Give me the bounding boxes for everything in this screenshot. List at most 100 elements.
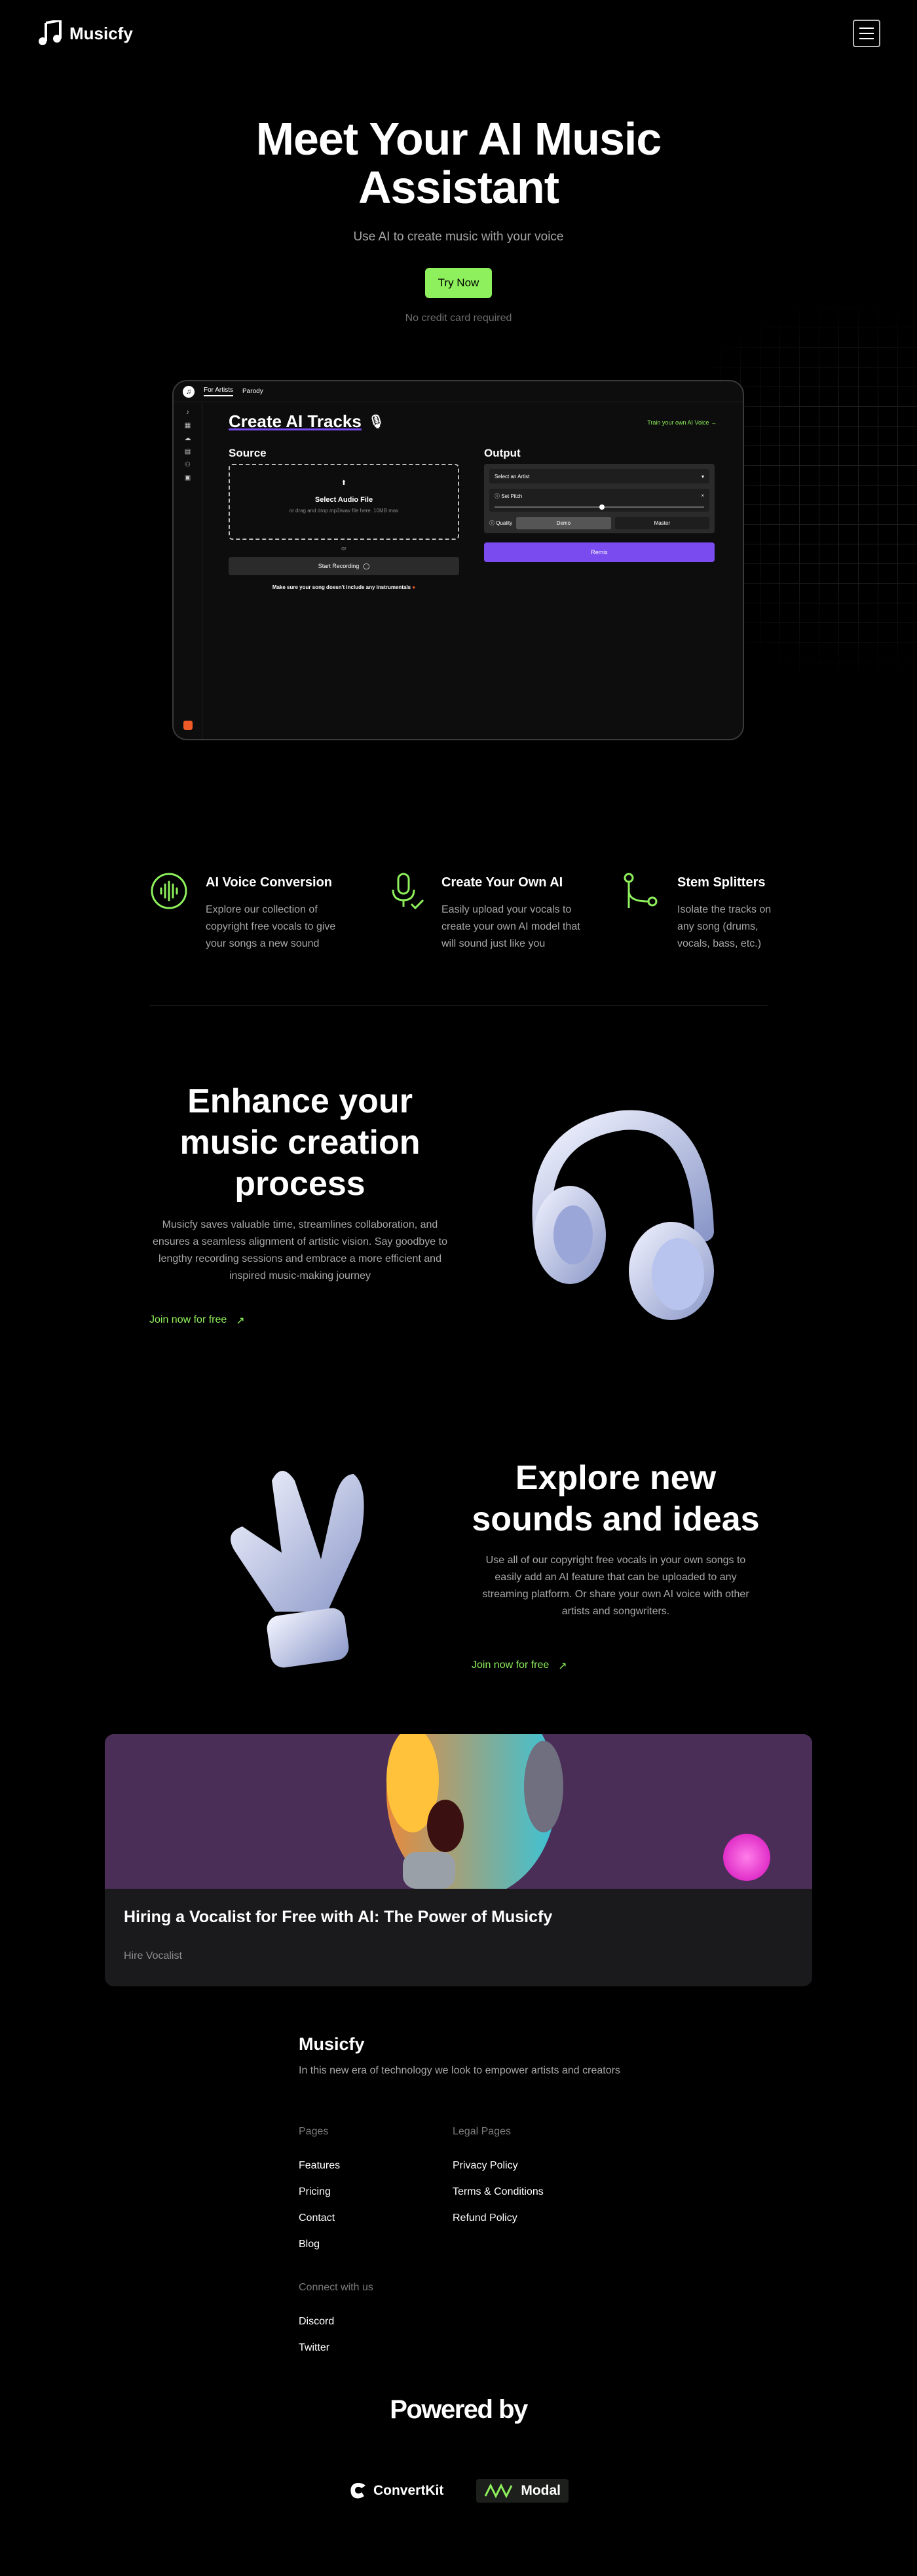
warning-text: Make sure your song doesn't include any … [272, 584, 411, 590]
info-icon: ⓘ [489, 520, 495, 526]
footer-brand: Musicfy [299, 2034, 365, 2054]
app-main: Create AI Tracks 🎙 Train your own AI Voic… [202, 402, 743, 739]
brand-name: Musicfy [69, 23, 133, 43]
blog-card[interactable]: Hiring a Vocalist for Free with AI: The … [105, 1734, 812, 1986]
convertkit-label: ConvertKit [373, 2483, 444, 2498]
hero-subtitle: Use AI to create music with your voice [353, 230, 564, 244]
sound-wave-icon [151, 873, 187, 909]
branch-split-icon [624, 873, 658, 908]
explore-text: Use all of our copyright free vocals in … [482, 1555, 749, 1617]
footer-link-privacy[interactable]: Privacy Policy [453, 2160, 544, 2172]
footer-link-features[interactable]: Features [299, 2160, 340, 2172]
headphones-illustration [532, 1110, 714, 1320]
modal-logo[interactable]: Modal [476, 2479, 569, 2503]
artist-select-label: Select an Artist [495, 473, 530, 480]
features-section: AI Voice Conversion Explore our collecti… [149, 871, 771, 1006]
arrow-up-right-icon: ↗ [558, 1661, 567, 1672]
footer-pages: Pages Features Pricing Contact Blog [299, 2126, 340, 2265]
brand-logo[interactable]: Musicfy [38, 20, 133, 47]
feature-text: Isolate the tracks on any song (drums, v… [677, 904, 772, 949]
select-audio-hint: or drag and drop mp3/wav file here. 10MB… [289, 508, 399, 514]
footer-link-discord[interactable]: Discord [299, 2316, 373, 2328]
join-now-label: Join now for free [472, 1659, 550, 1671]
music-folder-icon[interactable]: ▤ [183, 448, 193, 455]
footer: Musicfy In this new era of technology we… [299, 2034, 639, 2353]
join-now-label: Join now for free [149, 1314, 227, 1325]
train-voice-label: Train your own AI Voice [647, 419, 709, 426]
instrumental-warning: Make sure your song doesn't include any … [229, 584, 459, 590]
blog-card-tag: Hire Vocalist [124, 1950, 182, 1961]
footer-link-blog[interactable]: Blog [299, 2239, 340, 2250]
quality-label: Quality [496, 520, 513, 526]
quality-demo[interactable]: Demo [516, 517, 611, 529]
footer-link-twitter[interactable]: Twitter [299, 2342, 373, 2354]
upload-icon: ⬆ [341, 480, 347, 487]
microphone-check-icon [392, 873, 424, 910]
cloud-icon[interactable]: ☁ [183, 435, 193, 442]
audio-dropzone[interactable]: ⬆ Select Audio File or drag and drop mp3… [229, 464, 459, 540]
artist-select[interactable]: Select an Artist ▾ [489, 469, 709, 483]
feature-title: Stem Splitters [677, 875, 766, 890]
tab-parody[interactable]: Parody [242, 388, 263, 395]
app-title: Create AI Tracks 🎙 [229, 411, 717, 432]
footer-link-pricing[interactable]: Pricing [299, 2186, 340, 2198]
arrow-up-right-icon: ↗ [236, 1316, 245, 1327]
quality-control: ⓘ Quality Demo Master [489, 517, 710, 529]
output-column: Output Select an Artist ▾ ⓘ Set Pitch × ⓘ … [484, 447, 715, 562]
pitch-label: Set Pitch [501, 493, 523, 499]
join-now-link[interactable]: Join now for free ↗ [472, 1659, 567, 1673]
hero-section: Meet Your AI Music Assistant Use AI to cr… [0, 115, 917, 324]
footer-link-terms[interactable]: Terms & Conditions [453, 2186, 544, 2198]
modal-label: Modal [521, 2483, 561, 2498]
note-icon[interactable]: ♪ [183, 409, 193, 416]
hero-title-line2: Assistant [358, 162, 559, 213]
music-note-icon [39, 20, 62, 45]
hamburger-menu-icon[interactable] [853, 20, 880, 47]
footer-connect: Connect with us Discord Twitter [299, 2282, 373, 2368]
pitch-control: ⓘ Set Pitch × [489, 489, 709, 512]
quality-master[interactable]: Master [614, 517, 710, 529]
top-nav: Musicfy [38, 18, 880, 48]
join-now-link[interactable]: Join now for free ↗ [149, 1314, 245, 1327]
select-audio-label: Select Audio File [314, 496, 373, 504]
remix-button[interactable]: Remix [484, 542, 715, 562]
footer-description: In this new era of technology we look to… [299, 2065, 620, 2076]
feature-title: Create Your Own AI [441, 875, 563, 890]
close-icon[interactable]: × [701, 493, 704, 500]
info-icon: ⓘ [495, 493, 500, 499]
warning-icon: ● [412, 584, 416, 590]
users-icon[interactable]: ⚇ [183, 461, 193, 468]
try-now-button[interactable]: Try Now [424, 268, 493, 298]
train-voice-link[interactable]: Train your own AI Voice → [647, 419, 717, 426]
source-column: Source ⬆ Select Audio File or drag and d… [229, 447, 459, 590]
page: Musicfy Meet Your AI Music Assistant Use … [0, 0, 917, 2576]
chat-icon[interactable]: ▣ [183, 474, 193, 482]
legal-heading: Legal Pages [453, 2126, 511, 2137]
modal-icon [484, 2483, 513, 2499]
start-recording-button[interactable]: Start Recording ◯ [229, 557, 459, 575]
output-panel: Select an Artist ▾ ⓘ Set Pitch × ⓘ Quality… [484, 464, 715, 533]
app-preview: ♫ For Artists Parody ♪ ▦ ☁ ▤ ⚇ ▣ Create … [172, 380, 744, 740]
quality-label-row: ⓘ Quality [489, 520, 512, 527]
singer-illustration [105, 1734, 812, 1889]
pitch-slider[interactable] [495, 504, 704, 510]
output-heading: Output [484, 447, 521, 459]
app-logo-icon: ♫ [183, 385, 195, 398]
grid-icon[interactable]: ▦ [183, 422, 193, 429]
sponsor-logos: ConvertKit Modal [0, 2479, 917, 2503]
source-heading: Source [229, 447, 267, 459]
convertkit-icon [350, 2483, 365, 2499]
connect-heading: Connect with us [299, 2282, 373, 2293]
footer-link-refund[interactable]: Refund Policy [453, 2212, 544, 2224]
tab-for-artists[interactable]: For Artists [204, 387, 234, 396]
enhance-text: Musicfy saves valuable time, streamlines… [152, 1219, 447, 1281]
user-avatar[interactable] [183, 721, 193, 730]
chevron-down-icon: ▾ [701, 473, 704, 480]
app-topbar: ♫ For Artists Parody [174, 381, 743, 402]
pitch-slider-thumb[interactable] [599, 504, 605, 510]
feature-title: AI Voice Conversion [206, 875, 333, 890]
convertkit-logo[interactable]: ConvertKit [348, 2482, 443, 2500]
footer-link-contact[interactable]: Contact [299, 2212, 340, 2224]
feature-text: Easily upload your vocals to create your… [441, 904, 580, 949]
or-divider: or [341, 545, 346, 552]
